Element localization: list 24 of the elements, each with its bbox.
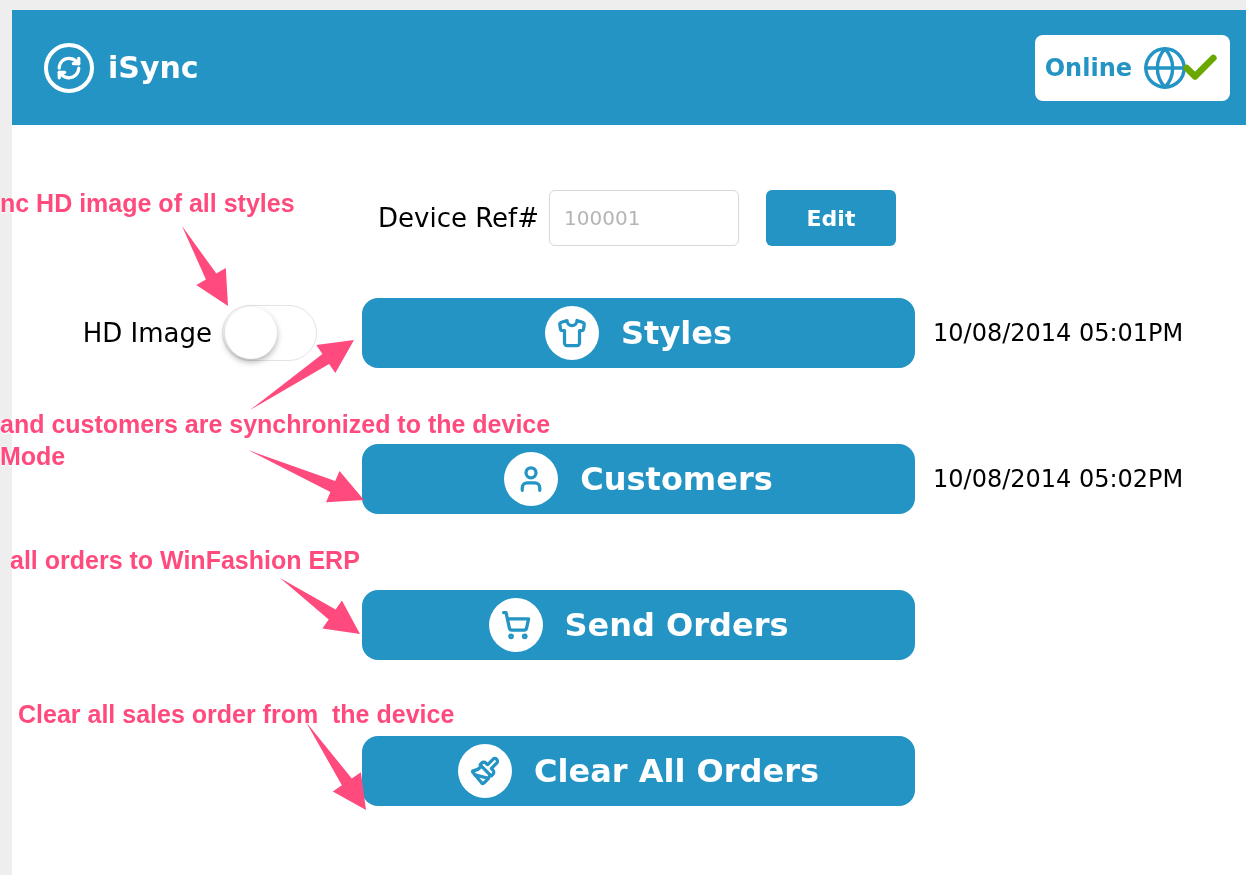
- action-button[interactable]: Styles: [362, 298, 915, 368]
- annotation-text: all orders to WinFashion ERP: [10, 545, 360, 576]
- annotation-text: Clear all sales order from the device: [18, 699, 455, 730]
- sync-timestamp: 10/08/2014 05:02PM: [933, 464, 1184, 495]
- annotation-text: and customers are synchronized to the device: [0, 409, 551, 440]
- action-button[interactable]: Clear All Orders: [362, 736, 915, 806]
- edit-button[interactable]: Edit: [766, 190, 896, 246]
- hd-image-label: HD Image: [82, 316, 212, 350]
- annotation-text: Mode: [0, 441, 66, 472]
- app-title: iSync: [108, 49, 199, 87]
- device-ref-field[interactable]: 100001: [549, 190, 739, 246]
- hd-image-toggle[interactable]: [222, 305, 317, 361]
- shirt-icon: [545, 306, 600, 360]
- sync-icon: [44, 42, 94, 93]
- person-icon: [504, 452, 559, 506]
- globe-icon: [1142, 44, 1188, 91]
- action-button[interactable]: Send Orders: [362, 590, 915, 660]
- brush-icon: [458, 744, 513, 798]
- connection-label: Online: [1044, 52, 1132, 84]
- device-ref-label: Device Ref#: [378, 201, 539, 235]
- cart-icon: [488, 598, 543, 652]
- annotation-text: nc HD image of all styles: [0, 188, 295, 219]
- action-button[interactable]: Customers: [362, 444, 915, 514]
- sync-timestamp: 10/08/2014 05:01PM: [933, 318, 1184, 349]
